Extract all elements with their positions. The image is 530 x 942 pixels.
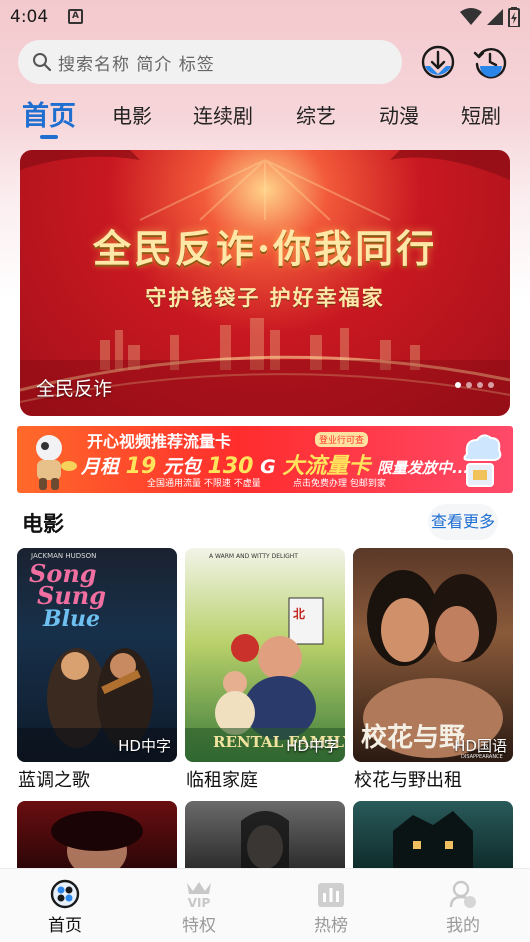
- ad-main-prefix: 月租: [81, 456, 120, 478]
- home-icon: [50, 879, 80, 909]
- movie-card[interactable]: [17, 801, 177, 871]
- movie-title[interactable]: 校花与野出租: [354, 766, 462, 792]
- nav-home-label: 首页: [48, 916, 82, 936]
- banner-caption: 全民反诈: [36, 378, 113, 400]
- poster-art: A WARM AND WITTY DELIGHT 北 RENTAL FAMILY: [185, 553, 345, 762]
- ad-headline: 月租 19 元包 130 G 大流量卡 限量发放中......: [81, 448, 486, 480]
- wifi-icon: [460, 8, 482, 25]
- status-icons: [460, 6, 520, 28]
- signal-icon: [487, 9, 503, 25]
- tab-series[interactable]: 连续剧: [193, 100, 253, 129]
- poster-art: [51, 811, 143, 871]
- quality-badge: HD国语: [454, 737, 507, 755]
- movie-title[interactable]: 临租家庭: [186, 766, 258, 792]
- tab-movies[interactable]: 电影: [112, 100, 152, 129]
- ad-badge: 登业行可查: [315, 432, 369, 447]
- banner-dot: [455, 382, 461, 388]
- poster-title-art: 校花与野: [361, 722, 465, 753]
- nav-profile-label: 我的: [446, 916, 480, 936]
- movie-card[interactable]: [185, 801, 345, 871]
- banner-dot: [488, 382, 494, 388]
- movie-card[interactable]: A WARM AND WITTY DELIGHT 北 RENTAL FAMILY…: [185, 548, 345, 762]
- tab-anime[interactable]: 动漫: [379, 100, 419, 129]
- tab-active-indicator: [40, 135, 58, 139]
- cloud-sim-icon: [463, 434, 502, 487]
- banner-pagination: [455, 382, 494, 388]
- ad-footnote-left: 全国通用流量 不限速 不虚量: [147, 479, 261, 489]
- nav-rank-label: 热榜: [314, 916, 348, 936]
- poster-art: 校花与野 DISAPPEARANCE: [361, 570, 503, 760]
- poster-art: [241, 811, 289, 871]
- poster-art: [393, 811, 473, 871]
- poster-tagline: A WARM AND WITTY DELIGHT: [209, 553, 298, 560]
- banner-headline: 全民反诈·你我同行: [92, 226, 438, 271]
- nav-home[interactable]: 首页: [20, 879, 110, 936]
- movie-title[interactable]: 蓝调之歌: [18, 766, 90, 792]
- data-card-ad[interactable]: 开心视频推荐流量卡 登业行可查 月租 19 元包 130 G 大流量卡 限量发放…: [17, 426, 513, 493]
- download-icon[interactable]: [420, 44, 456, 80]
- banner-dot: [477, 382, 483, 388]
- see-more-button[interactable]: 查看更多: [428, 504, 498, 540]
- svg-text:Blue: Blue: [42, 606, 100, 632]
- movie-card[interactable]: 校花与野 DISAPPEARANCE HD国语: [353, 548, 513, 762]
- ad-footnote-right: 点击免费办理 包邮到家: [293, 479, 386, 489]
- search-input[interactable]: 搜索名称 简介 标签: [18, 40, 402, 84]
- nav-profile[interactable]: 我的: [418, 879, 508, 936]
- banner-subline: 守护钱袋子 护好幸福家: [145, 285, 385, 310]
- hero-banner[interactable]: 全民反诈·你我同行 守护钱袋子 护好幸福家 全民反诈: [20, 150, 510, 416]
- history-icon[interactable]: [472, 44, 508, 80]
- search-icon: [33, 53, 52, 72]
- tab-short-drama[interactable]: 短剧: [461, 100, 501, 129]
- status-time: 4:04: [10, 7, 49, 27]
- section-title: 电影: [22, 512, 64, 536]
- profile-icon: [449, 880, 476, 908]
- status-bar: 4:04 A: [0, 0, 530, 36]
- battery-icon: [508, 7, 520, 27]
- ad-main-mid: 元包: [162, 456, 201, 478]
- nav-rank[interactable]: 热榜: [286, 879, 376, 936]
- bottom-nav: 首页 VIP 特权 热榜 我的: [0, 868, 530, 942]
- poster-art: JACKMAN HUDSON Song Sung Blue: [17, 552, 177, 762]
- svg-text:北: 北: [293, 606, 305, 621]
- chart-icon: [318, 883, 344, 907]
- vip-icon-text: VIP: [188, 896, 211, 909]
- quality-badge: HD中字: [118, 737, 171, 755]
- category-tabs: 首页 电影 连续剧 综艺 动漫 短剧: [0, 94, 530, 144]
- notification-icon: A: [68, 9, 83, 24]
- ad-data-unit: G: [260, 456, 276, 478]
- nav-vip-label: 特权: [182, 916, 216, 936]
- tab-variety[interactable]: 综艺: [296, 100, 336, 129]
- nav-vip[interactable]: VIP 特权: [154, 879, 244, 936]
- vip-crown-icon: VIP: [187, 882, 211, 909]
- movie-card[interactable]: [353, 801, 513, 871]
- banner-dot: [466, 382, 472, 388]
- search-placeholder: 搜索名称 简介 标签: [58, 54, 215, 75]
- mascot-icon: [36, 435, 77, 490]
- quality-badge: HD中字: [286, 737, 339, 755]
- movie-card[interactable]: JACKMAN HUDSON Song Sung Blue HD中字: [17, 548, 177, 762]
- tab-home[interactable]: 首页: [22, 94, 76, 133]
